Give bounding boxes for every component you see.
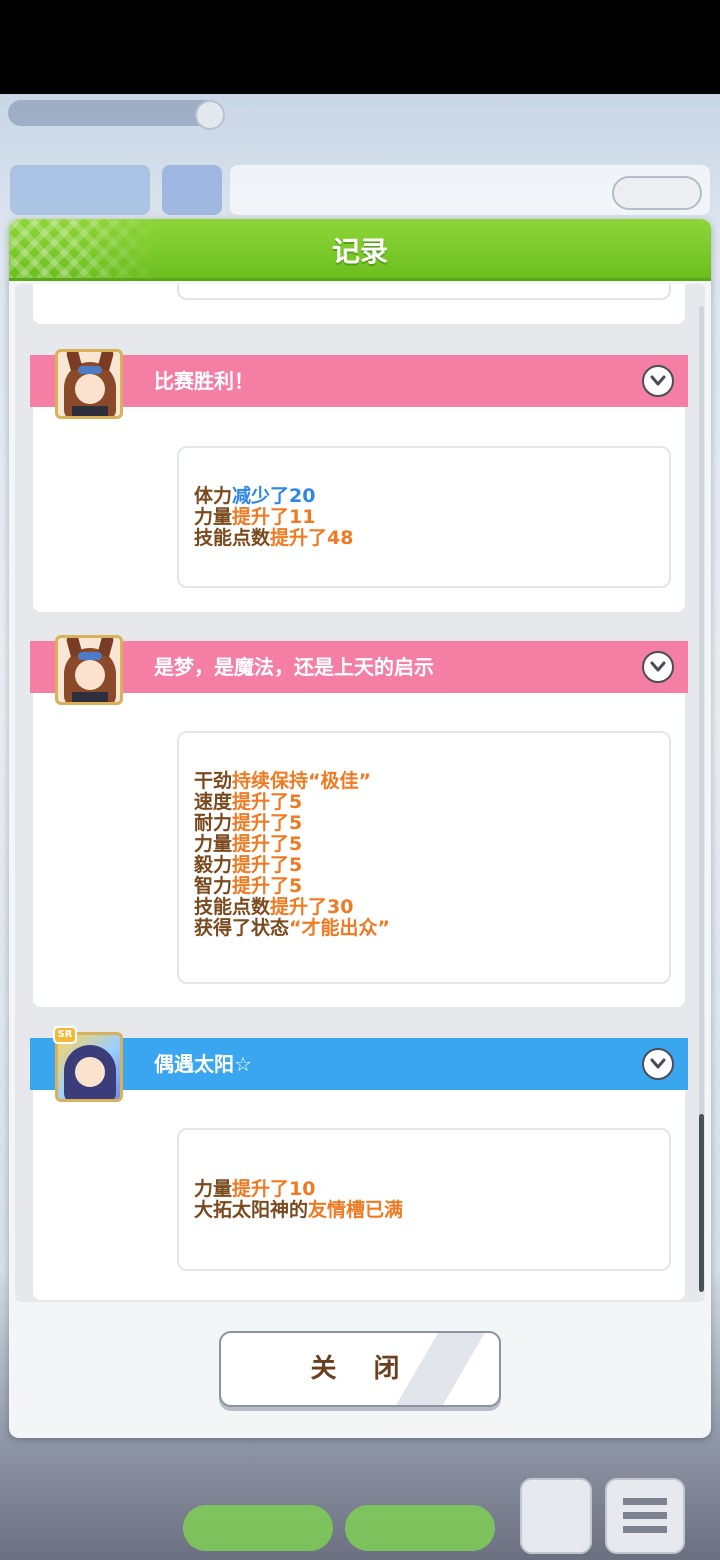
event-title: 是梦，是魔法，还是上天的启示	[154, 655, 434, 679]
detail-line: 毅力提升了5	[194, 854, 303, 876]
rarity-badge: SR	[53, 1026, 77, 1044]
detail-line: 耐力提升了5	[194, 812, 303, 834]
record-card-previous	[33, 284, 685, 324]
record-card-header: 偶遇太阳☆	[30, 1038, 688, 1090]
record-card: 偶遇太阳☆ SR 力量提升了10 大拓太阳神的友情槽已满	[30, 1026, 688, 1300]
detail-line: 力量提升了10	[194, 1178, 316, 1200]
record-card: 比赛胜利！ 体力减少了20 力量提升了11 技能点数提升了48	[30, 349, 688, 612]
character-avatar-icon	[55, 635, 123, 705]
record-list[interactable]: 比赛胜利！ 体力减少了20 力量提升了11 技能点数提升了48 是梦，是魔法，还…	[15, 284, 705, 1302]
detail-box	[177, 284, 671, 300]
expand-toggle-button[interactable]	[642, 1048, 674, 1080]
background-button	[612, 176, 702, 210]
record-card-header: 是梦，是魔法，还是上天的启示	[30, 641, 688, 693]
detail-line: 大拓太阳神的友情槽已满	[194, 1199, 404, 1221]
detail-line: 获得了状态“才能出众”	[194, 917, 390, 939]
detail-line: 体力减少了20	[194, 485, 316, 507]
record-card: 是梦，是魔法，还是上天的启示 干劲持续保持“极佳” 速度提升了5 耐力提升了5 …	[30, 635, 688, 1007]
detail-line: 力量提升了11	[194, 506, 316, 528]
character-avatar-icon	[55, 349, 123, 419]
chevron-down-icon	[650, 661, 666, 672]
background-green-button	[345, 1505, 495, 1551]
menu-icon	[623, 1498, 667, 1534]
chevron-down-icon	[650, 1058, 666, 1069]
expand-toggle-button[interactable]	[642, 651, 674, 683]
detail-line: 智力提升了5	[194, 875, 303, 897]
event-title: 偶遇太阳☆	[154, 1052, 252, 1076]
dialog-header: 记录	[9, 219, 711, 281]
detail-line: 力量提升了5	[194, 833, 303, 855]
detail-lines: 力量提升了10 大拓太阳神的友情槽已满	[194, 1179, 403, 1221]
detail-box: 力量提升了10 大拓太阳神的友情槽已满	[177, 1128, 671, 1271]
detail-line: 速度提升了5	[194, 791, 303, 813]
scrollbar-thumb[interactable]	[699, 1114, 704, 1292]
close-button[interactable]: 关 闭	[219, 1331, 501, 1407]
background-panel	[162, 165, 222, 215]
chevron-down-icon	[650, 375, 666, 386]
record-card-header: 比赛胜利！	[30, 355, 688, 407]
detail-lines: 体力减少了20 力量提升了11 技能点数提升了48	[194, 486, 353, 549]
detail-line: 干劲持续保持“极佳”	[194, 770, 371, 792]
close-button-label: 关 闭	[310, 1354, 414, 1384]
status-bar-area	[0, 0, 720, 94]
background-hud-pill	[8, 100, 218, 126]
detail-line: 技能点数提升了30	[194, 896, 354, 918]
expand-toggle-button[interactable]	[642, 365, 674, 397]
detail-box: 体力减少了20 力量提升了11 技能点数提升了48	[177, 446, 671, 588]
background-green-button	[183, 1505, 333, 1551]
detail-line: 技能点数提升了48	[194, 527, 354, 549]
detail-lines: 干劲持续保持“极佳” 速度提升了5 耐力提升了5 力量提升了5 毅力提升了5 智…	[194, 771, 390, 939]
dialog-title: 记录	[331, 235, 388, 268]
background-square-button	[520, 1478, 592, 1554]
record-dialog: 记录 比赛胜利！ 体力减少了20 力量提升了11 技能点数提升了48 是梦，是魔…	[9, 219, 711, 1438]
background-panel	[10, 165, 150, 215]
background-info-icon	[195, 100, 225, 130]
detail-box: 干劲持续保持“极佳” 速度提升了5 耐力提升了5 力量提升了5 毅力提升了5 智…	[177, 731, 671, 984]
background-menu-button	[605, 1478, 685, 1554]
event-title: 比赛胜利！	[154, 369, 254, 393]
